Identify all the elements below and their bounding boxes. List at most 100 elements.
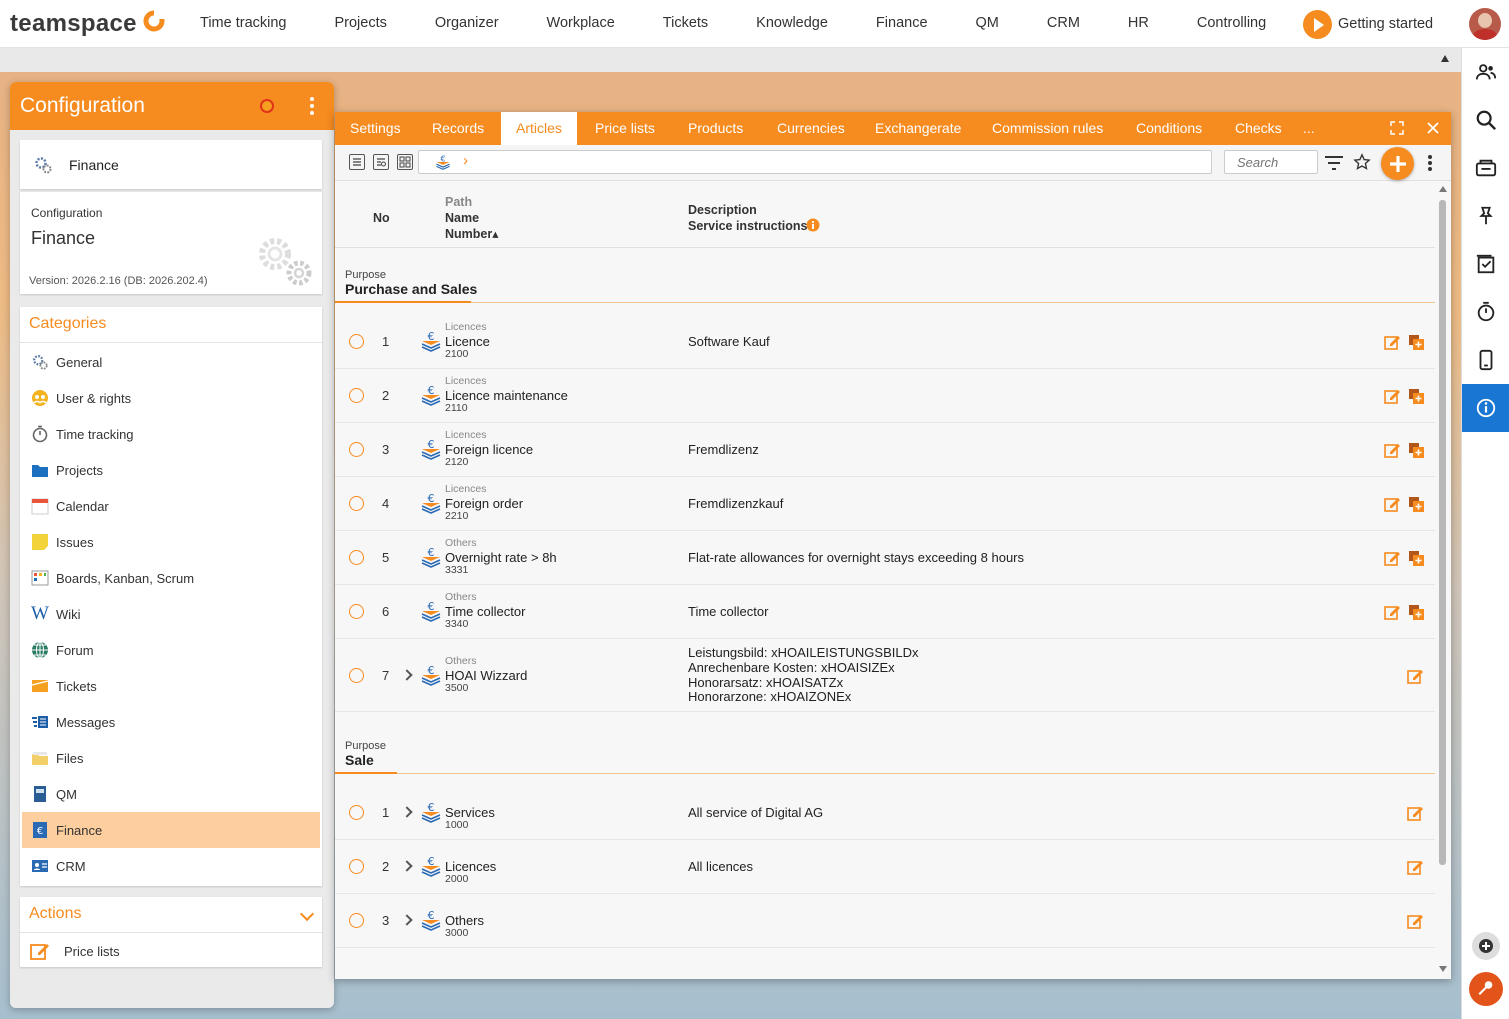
col-no[interactable]: No xyxy=(373,211,390,225)
bug-icon[interactable] xyxy=(260,99,274,113)
wrench-icon[interactable] xyxy=(1469,972,1503,1006)
row-select-radio[interactable] xyxy=(349,913,364,928)
tab-more[interactable]: ... xyxy=(1288,112,1330,145)
table-row[interactable]: 2 € Licences 2000 All licences xyxy=(335,840,1435,894)
edit-icon[interactable] xyxy=(1407,805,1424,822)
nav-finance[interactable]: Finance xyxy=(852,0,952,46)
tasks-icon[interactable] xyxy=(1462,240,1509,288)
maximize-icon[interactable] xyxy=(1389,120,1405,136)
category-finance[interactable]: € Finance xyxy=(22,812,320,848)
collapse-up-icon[interactable] xyxy=(1441,55,1449,62)
row-select-radio[interactable] xyxy=(349,496,364,511)
info-icon[interactable] xyxy=(1462,384,1509,432)
search-input[interactable] xyxy=(1224,150,1318,174)
info-icon[interactable] xyxy=(806,218,820,232)
duplicate-icon[interactable] xyxy=(1408,604,1425,621)
nav-qm[interactable]: QM xyxy=(952,0,1023,46)
edit-icon[interactable] xyxy=(1384,496,1401,513)
table-row[interactable]: 1 € Licences Licence 2100 Software Kauf xyxy=(335,315,1435,369)
scroll-up-icon[interactable] xyxy=(1439,186,1447,192)
chevron-right-icon[interactable] xyxy=(401,914,413,926)
mobile-icon[interactable] xyxy=(1462,336,1509,384)
row-select-radio[interactable] xyxy=(349,442,364,457)
nav-projects[interactable]: Projects xyxy=(310,0,410,46)
filter-icon[interactable] xyxy=(1324,154,1344,172)
category-messages[interactable]: Messages xyxy=(22,704,320,740)
more-options-icon[interactable] xyxy=(1428,155,1432,173)
duplicate-icon[interactable] xyxy=(1408,496,1425,513)
category-files[interactable]: Files xyxy=(22,740,320,776)
edit-icon[interactable] xyxy=(1384,550,1401,567)
edit-icon[interactable] xyxy=(1384,388,1401,405)
edit-icon[interactable] xyxy=(1384,334,1401,351)
nav-workplace[interactable]: Workplace xyxy=(523,0,639,46)
edit-icon[interactable] xyxy=(1384,604,1401,621)
breadcrumb[interactable]: € › xyxy=(418,150,1212,174)
add-circle-icon[interactable] xyxy=(1472,932,1500,960)
category-user-rights[interactable]: User & rights xyxy=(22,380,320,416)
category-general[interactable]: General xyxy=(22,344,320,380)
category-forum[interactable]: Forum xyxy=(22,632,320,668)
pin-icon[interactable] xyxy=(1462,192,1509,240)
duplicate-icon[interactable] xyxy=(1408,442,1425,459)
row-select-radio[interactable] xyxy=(349,388,364,403)
row-select-radio[interactable] xyxy=(349,604,364,619)
scroll-down-icon[interactable] xyxy=(1439,966,1447,972)
tab-commission-rules[interactable]: Commission rules xyxy=(977,112,1118,145)
category-boards[interactable]: Boards, Kanban, Scrum xyxy=(22,560,320,596)
category-crm[interactable]: CRM xyxy=(22,848,320,884)
table-row[interactable]: 1 € Services 1000 All service of Digital AG xyxy=(335,786,1435,840)
col-name[interactable]: Name xyxy=(445,211,479,225)
tab-settings[interactable]: Settings xyxy=(335,112,416,145)
action-price-lists[interactable]: Price lists xyxy=(30,939,120,963)
row-select-radio[interactable] xyxy=(349,550,364,565)
inbox-icon[interactable] xyxy=(1462,144,1509,192)
duplicate-icon[interactable] xyxy=(1408,550,1425,567)
row-select-radio[interactable] xyxy=(349,667,364,683)
chevron-right-icon[interactable] xyxy=(401,806,413,818)
table-row[interactable]: 3 € Others 3000 xyxy=(335,894,1435,948)
tab-articles[interactable]: Articles xyxy=(501,112,577,145)
contacts-icon[interactable] xyxy=(1462,48,1509,96)
more-menu-icon[interactable] xyxy=(310,97,314,118)
nav-time-tracking[interactable]: Time tracking xyxy=(176,0,310,46)
category-projects[interactable]: Projects xyxy=(22,452,320,488)
brand-logo[interactable]: teamspace xyxy=(10,10,137,38)
category-qm[interactable]: QM xyxy=(22,776,320,812)
edit-icon[interactable] xyxy=(1407,913,1424,930)
star-icon[interactable] xyxy=(1353,153,1371,171)
row-select-radio[interactable] xyxy=(349,334,364,349)
duplicate-icon[interactable] xyxy=(1408,388,1425,405)
nav-hr[interactable]: HR xyxy=(1104,0,1173,46)
duplicate-icon[interactable] xyxy=(1408,334,1425,351)
grid-view-icon[interactable] xyxy=(397,154,413,170)
chevron-right-icon[interactable] xyxy=(401,860,413,872)
table-row[interactable]: 6 € Others Time collector 3340 Time collector xyxy=(335,585,1435,639)
scroll-thumb[interactable] xyxy=(1439,200,1446,865)
col-service-instructions[interactable]: Service instructions xyxy=(688,219,808,233)
category-time-tracking[interactable]: Time tracking xyxy=(22,416,320,452)
edit-icon[interactable] xyxy=(1384,442,1401,459)
table-row[interactable]: 5 € Others Overnight rate > 8h 3331 Flat-rate… xyxy=(335,531,1435,585)
nav-knowledge[interactable]: Knowledge xyxy=(732,0,852,46)
search-icon[interactable] xyxy=(1462,96,1509,144)
close-icon[interactable] xyxy=(1425,120,1441,136)
finance-selector[interactable]: Finance xyxy=(20,140,322,189)
stopwatch-icon[interactable] xyxy=(1462,288,1509,336)
nav-tickets[interactable]: Tickets xyxy=(639,0,732,46)
category-issues[interactable]: Issues xyxy=(22,524,320,560)
table-row[interactable]: 7 € Others HOAI Wizzard 3500 Leistungsbild: x… xyxy=(335,639,1435,712)
add-article-button[interactable] xyxy=(1381,147,1414,180)
nav-crm[interactable]: CRM xyxy=(1023,0,1104,46)
nav-organizer[interactable]: Organizer xyxy=(411,0,523,46)
col-path[interactable]: Path xyxy=(445,195,472,209)
scrollbar[interactable] xyxy=(1436,182,1450,979)
nav-controlling[interactable]: Controlling xyxy=(1173,0,1290,46)
getting-started-button[interactable]: Getting started xyxy=(1303,9,1433,39)
edit-icon[interactable] xyxy=(1407,668,1424,685)
tab-exchangerate[interactable]: Exchangerate xyxy=(860,112,976,145)
category-tickets[interactable]: Tickets xyxy=(22,668,320,704)
list-view-icon[interactable] xyxy=(349,154,365,170)
col-number[interactable]: Number▴ xyxy=(445,226,499,241)
table-row[interactable]: 2 € Licences Licence maintenance 2110 xyxy=(335,369,1435,423)
